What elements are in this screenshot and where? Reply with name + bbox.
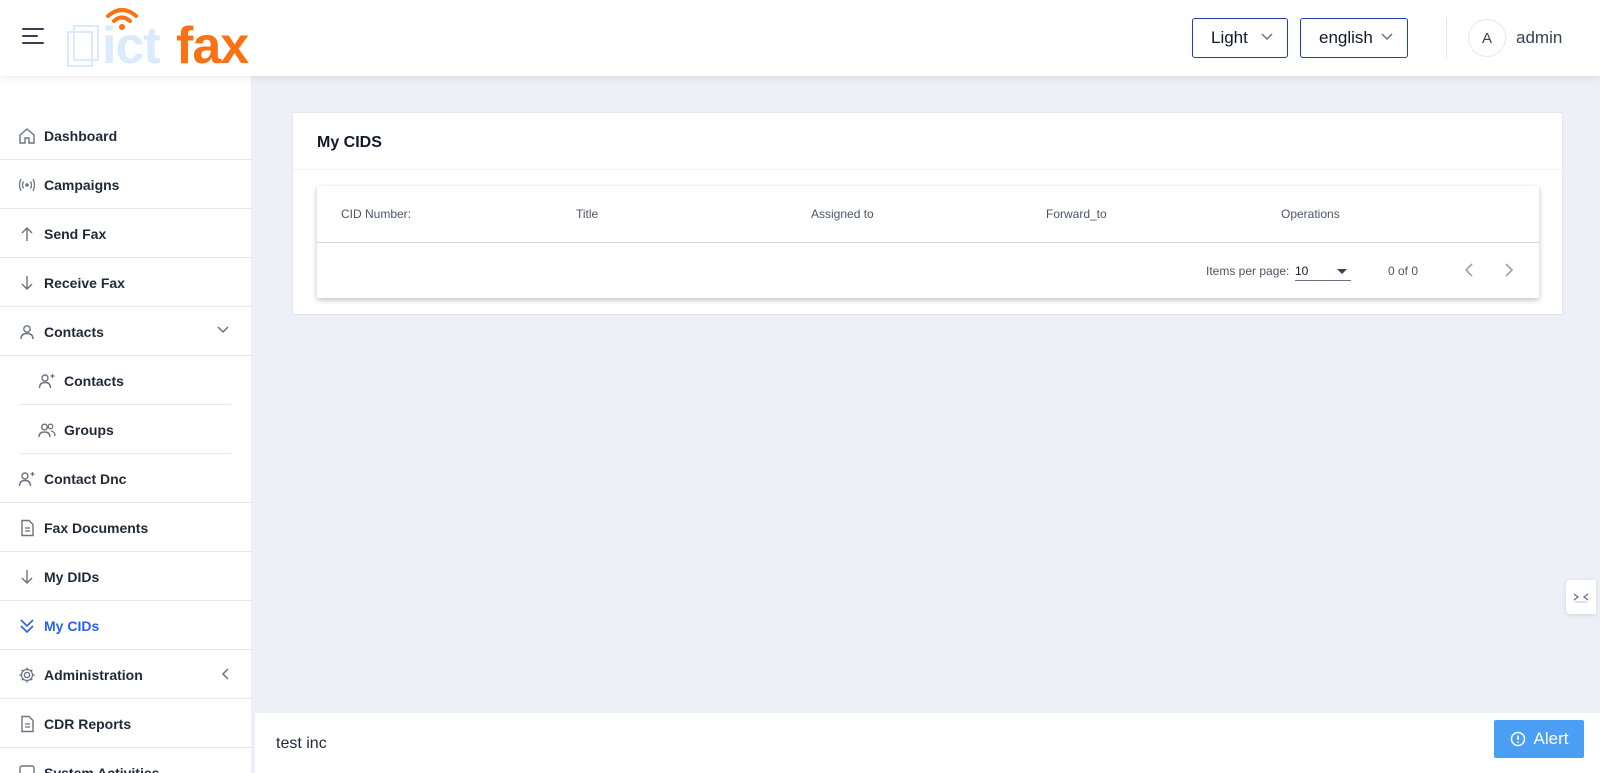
users-icon xyxy=(38,423,56,438)
sidebar-item-system-activities[interactable]: System Activities xyxy=(0,749,251,773)
language-select-value: english xyxy=(1319,28,1373,47)
arrow-down-icon xyxy=(21,570,33,584)
alert-button-label: Alert xyxy=(1533,729,1569,748)
sidebar-item-label: My DIDs xyxy=(44,569,100,585)
sidebar-item-label: Fax Documents xyxy=(44,520,149,536)
cids-table: CID Number: Title Assigned to Forward_to… xyxy=(317,186,1539,298)
alert-button[interactable]: Alert xyxy=(1494,720,1584,758)
chevron-down-icon xyxy=(1261,33,1273,41)
card-divider xyxy=(293,169,1562,170)
sidebar-item-label: Contacts xyxy=(64,373,124,389)
company-name: test inc xyxy=(276,735,327,752)
sidebar-subitem-contacts[interactable]: Contacts xyxy=(20,357,231,405)
sidebar-item-label: Groups xyxy=(64,422,114,438)
sidebar-item-label: Contacts xyxy=(44,324,104,340)
page-title: My CIDS xyxy=(317,134,382,151)
sidebar-item-cdr-reports[interactable]: CDR Reports xyxy=(0,700,251,748)
chevron-down-icon xyxy=(217,326,229,334)
table-header-divider xyxy=(317,242,1539,243)
user-icon xyxy=(20,325,34,340)
app-logo[interactable]: ict fax xyxy=(66,6,276,75)
document-icon xyxy=(21,519,34,537)
home-icon xyxy=(19,128,35,144)
logo-text-fax: fax xyxy=(176,17,249,75)
info-circle-icon xyxy=(1510,731,1525,747)
sidebar-item-send-fax[interactable]: Send Fax xyxy=(0,210,251,258)
column-header-forward-to[interactable]: Forward_to xyxy=(1046,207,1107,221)
sidebar-item-label: Contact Dnc xyxy=(44,471,127,487)
menu-toggle-icon[interactable] xyxy=(22,28,44,46)
sidebar-item-my-cids[interactable]: My CIDs xyxy=(0,602,251,650)
sidebar-item-dashboard[interactable]: Dashboard xyxy=(0,112,251,160)
sidebar-subitem-groups[interactable]: Groups xyxy=(20,406,231,454)
gear-icon xyxy=(19,667,35,683)
sidebar-item-my-dids[interactable]: My DIDs xyxy=(0,553,251,601)
items-per-page-select[interactable]: 10 xyxy=(1295,261,1351,281)
items-per-page-label: Items per page: xyxy=(1206,264,1290,278)
user-plus-icon xyxy=(18,472,35,487)
sidebar: Dashboard Campaigns Send Fax Receive Fax… xyxy=(0,76,251,773)
theme-select[interactable]: Light xyxy=(1192,18,1288,58)
chevrons-down-icon xyxy=(20,619,34,634)
top-header: ict fax Light english A admin xyxy=(0,0,1600,76)
user-plus-icon xyxy=(38,374,55,389)
sidebar-item-label: Campaigns xyxy=(44,177,120,193)
dropdown-arrow-icon xyxy=(1337,269,1347,274)
expand-icon xyxy=(1573,593,1589,603)
broadcast-icon xyxy=(18,178,36,192)
column-header-title[interactable]: Title xyxy=(576,207,598,221)
language-select[interactable]: english xyxy=(1300,18,1408,58)
logo-text-ict: ict xyxy=(102,17,161,75)
sidebar-item-contact-dnc[interactable]: Contact Dnc xyxy=(0,455,251,503)
next-page-button[interactable] xyxy=(1495,256,1523,284)
arrow-down-icon xyxy=(21,276,33,290)
sidebar-item-fax-documents[interactable]: Fax Documents xyxy=(0,504,251,552)
sidebar-item-label: Receive Fax xyxy=(44,275,125,291)
header-divider xyxy=(1446,18,1447,58)
fax-document-icon xyxy=(67,25,99,67)
sidebar-item-label: Send Fax xyxy=(44,226,107,242)
square-icon xyxy=(19,765,35,773)
document-icon xyxy=(21,715,34,733)
user-avatar[interactable]: A xyxy=(1468,19,1506,57)
items-per-page-value: 10 xyxy=(1295,264,1309,278)
arrow-up-icon xyxy=(21,227,33,241)
username-label[interactable]: admin xyxy=(1516,28,1562,48)
sidebar-item-campaigns[interactable]: Campaigns xyxy=(0,161,251,209)
chevron-down-icon xyxy=(1381,33,1393,41)
previous-page-button[interactable] xyxy=(1455,256,1483,284)
sidebar-item-receive-fax[interactable]: Receive Fax xyxy=(0,259,251,307)
column-header-cid-number[interactable]: CID Number: xyxy=(341,207,411,221)
sidebar-item-label: CDR Reports xyxy=(44,716,132,732)
sidebar-item-label: System Activities xyxy=(44,765,160,773)
my-cids-card: My CIDS CID Number: Title Assigned to Fo… xyxy=(292,112,1563,315)
theme-select-value: Light xyxy=(1211,28,1248,47)
paginator-range-label: 0 of 0 xyxy=(1388,264,1419,278)
chevron-left-icon xyxy=(1464,263,1473,277)
page-footer: test inc Alert xyxy=(255,713,1600,773)
column-header-assigned-to[interactable]: Assigned to xyxy=(811,207,874,221)
sidebar-item-administration[interactable]: Administration xyxy=(0,651,251,699)
chevron-right-icon xyxy=(1505,263,1514,277)
sidebar-item-label: My CIDs xyxy=(44,618,100,634)
sidebar-item-contacts[interactable]: Contacts xyxy=(0,308,251,356)
sidebar-item-label: Dashboard xyxy=(44,128,118,144)
column-header-operations: Operations xyxy=(1281,207,1340,221)
side-widget-toggle[interactable] xyxy=(1566,580,1596,614)
chevron-left-icon xyxy=(221,668,229,680)
sidebar-item-label: Administration xyxy=(44,667,143,683)
